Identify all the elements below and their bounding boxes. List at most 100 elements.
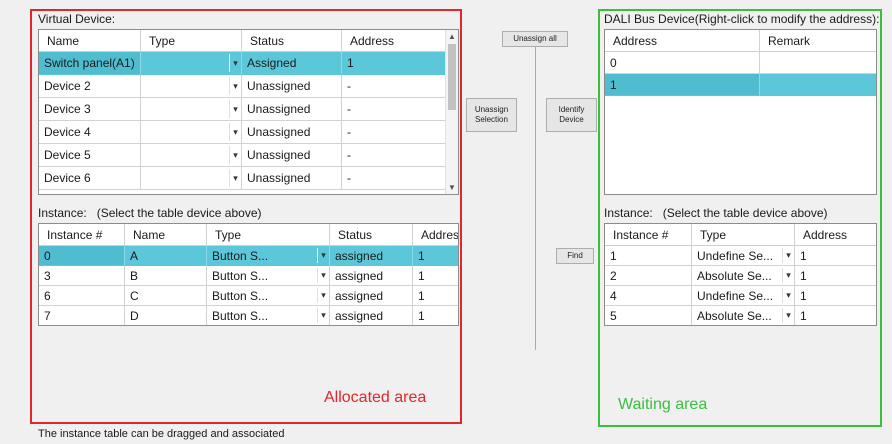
instance-number-cell: 3 (39, 266, 125, 286)
table-row[interactable]: Device 3 ▾ Unassigned - (39, 98, 458, 121)
find-button[interactable]: Find (556, 248, 594, 264)
dropdown-arrow-icon[interactable]: ▾ (229, 100, 241, 118)
right-instance-table[interactable]: Instance # Type Address 1 Undefine Se... ▾… (604, 223, 877, 326)
device-name-cell: Switch panel(A1) (39, 52, 141, 75)
column-header-address[interactable]: Address (605, 30, 760, 52)
instance-type-combo[interactable]: Absolute Se... ▾ (692, 266, 795, 286)
device-status-cell: Unassigned (242, 121, 342, 144)
dropdown-arrow-icon[interactable]: ▾ (229, 54, 241, 72)
dropdown-arrow-icon[interactable]: ▾ (229, 123, 241, 141)
device-name-cell: Device 4 (39, 121, 141, 144)
table-row[interactable]: 7 D Button S... ▾ assigned 1 (39, 306, 458, 325)
device-type-combo[interactable]: ▾ (141, 167, 242, 190)
virtual-device-scrollbar[interactable]: ▲ ▼ (445, 30, 458, 194)
instance-type-combo[interactable]: Button S... ▾ (207, 246, 330, 266)
table-row[interactable]: 0 (605, 52, 876, 74)
table-row[interactable]: 3 B Button S... ▾ assigned 1 (39, 266, 458, 286)
instance-name-cell: C (125, 286, 207, 306)
scrollbar-thumb[interactable] (448, 44, 456, 110)
device-type-combo[interactable]: ▾ (141, 144, 242, 167)
column-header-address[interactable]: Address (795, 224, 876, 246)
instance-type-combo-text: Button S... (212, 268, 269, 283)
dropdown-arrow-icon[interactable]: ▾ (317, 288, 329, 303)
dropdown-arrow-icon[interactable]: ▾ (782, 248, 794, 263)
dropdown-arrow-icon[interactable]: ▾ (782, 268, 794, 283)
column-header-instance[interactable]: Instance # (39, 224, 125, 246)
table-row[interactable]: Device 5 ▾ Unassigned - (39, 144, 458, 167)
dropdown-arrow-icon[interactable]: ▾ (782, 308, 794, 323)
virtual-device-label: Virtual Device: (38, 12, 116, 26)
scroll-down-icon[interactable]: ▼ (446, 181, 458, 194)
device-name-cell: Device 5 (39, 144, 141, 167)
dropdown-arrow-icon[interactable]: ▾ (317, 308, 329, 323)
table-row[interactable]: 0 A Button S... ▾ assigned 1 (39, 246, 458, 266)
column-header-type[interactable]: Type (207, 224, 330, 246)
column-header-type[interactable]: Type (692, 224, 795, 246)
instance-address-cell-text: 1 (418, 308, 425, 323)
device-type-combo[interactable]: ▾ (141, 121, 242, 144)
dropdown-arrow-icon[interactable]: ▾ (229, 77, 241, 95)
table-row[interactable]: 1 (605, 74, 876, 96)
instance-type-combo[interactable]: Button S... ▾ (207, 266, 330, 286)
instance-status-cell-text: assigned (335, 288, 384, 303)
scroll-up-icon[interactable]: ▲ (446, 30, 458, 43)
waiting-area-label: Waiting area (618, 396, 708, 413)
device-type-combo[interactable]: ▾ (141, 52, 242, 75)
dropdown-arrow-icon[interactable]: ▾ (317, 248, 329, 263)
instance-type-combo-text: Undefine Se... (697, 248, 774, 263)
instance-address-cell: 1 (795, 286, 876, 306)
footer-note: The instance table can be dragged and as… (38, 428, 285, 440)
dropdown-arrow-icon[interactable]: ▾ (317, 268, 329, 283)
device-status-cell-text: Unassigned (247, 125, 311, 139)
dali-bus-device-table[interactable]: Address Remark 0 1 (604, 29, 877, 195)
device-type-combo[interactable]: ▾ (141, 75, 242, 98)
instance-type-combo[interactable]: Undefine Se... ▾ (692, 286, 795, 306)
table-row[interactable]: 6 C Button S... ▾ assigned 1 (39, 286, 458, 306)
instance-type-combo[interactable]: Button S... ▾ (207, 286, 330, 306)
column-header-name[interactable]: Name (125, 224, 207, 246)
instance-type-combo-text: Button S... (212, 308, 269, 323)
virtual-device-table[interactable]: Name Type Status Address Switch panel(A1… (38, 29, 459, 195)
instance-address-cell: 1 (413, 306, 458, 325)
instance-type-combo[interactable]: Absolute Se... ▾ (692, 306, 795, 325)
table-row[interactable]: Switch panel(A1) ▾ Assigned 1 (39, 52, 458, 75)
left-instance-table[interactable]: Instance # Name Type Status Address 0 A Bu… (38, 223, 459, 326)
instance-address-cell-text: 1 (418, 288, 425, 303)
instance-address-cell-text: 1 (418, 268, 425, 283)
column-header-status[interactable]: Status (330, 224, 413, 246)
instance-type-combo[interactable]: Undefine Se... ▾ (692, 246, 795, 266)
column-header-address[interactable]: Address (342, 30, 447, 52)
device-type-combo[interactable]: ▾ (141, 98, 242, 121)
instance-type-combo-text: Button S... (212, 288, 269, 303)
column-header-remark[interactable]: Remark (760, 30, 876, 52)
table-row[interactable]: 1 Undefine Se... ▾ 1 (605, 246, 876, 266)
bus-address-cell: 0 (605, 52, 760, 74)
instance-name-cell: B (125, 266, 207, 286)
instance-number-cell: 7 (39, 306, 125, 325)
identify-device-button[interactable]: Identify Device (546, 98, 597, 132)
unassign-all-button[interactable]: Unassign all (502, 31, 568, 47)
column-header-type[interactable]: Type (141, 30, 242, 52)
column-header-instance[interactable]: Instance # (605, 224, 692, 246)
column-header-status[interactable]: Status (242, 30, 342, 52)
dropdown-arrow-icon[interactable]: ▾ (782, 288, 794, 303)
instance-number-cell-text: 1 (610, 248, 617, 263)
instance-status-cell: assigned (330, 286, 413, 306)
dropdown-arrow-icon[interactable]: ▾ (229, 169, 241, 187)
column-header-address[interactable]: Address (413, 224, 458, 246)
device-name-cell: Device 2 (39, 75, 141, 98)
instance-address-cell: 1 (795, 246, 876, 266)
table-row[interactable]: 4 Undefine Se... ▾ 1 (605, 286, 876, 306)
table-row[interactable]: 2 Absolute Se... ▾ 1 (605, 266, 876, 286)
instance-number-cell: 6 (39, 286, 125, 306)
table-row[interactable]: 5 Absolute Se... ▾ 1 (605, 306, 876, 325)
table-row[interactable]: Device 6 ▾ Unassigned - (39, 167, 458, 190)
dali-bus-device-label: DALI Bus Device(Right-click to modify th… (604, 12, 880, 26)
table-row[interactable]: Device 4 ▾ Unassigned - (39, 121, 458, 144)
instance-type-combo[interactable]: Button S... ▾ (207, 306, 330, 325)
column-header-name[interactable]: Name (39, 30, 141, 52)
unassign-selection-button[interactable]: Unassign Selection (466, 98, 517, 132)
device-status-cell-text: Assigned (247, 56, 297, 70)
dropdown-arrow-icon[interactable]: ▾ (229, 146, 241, 164)
table-row[interactable]: Device 2 ▾ Unassigned - (39, 75, 458, 98)
